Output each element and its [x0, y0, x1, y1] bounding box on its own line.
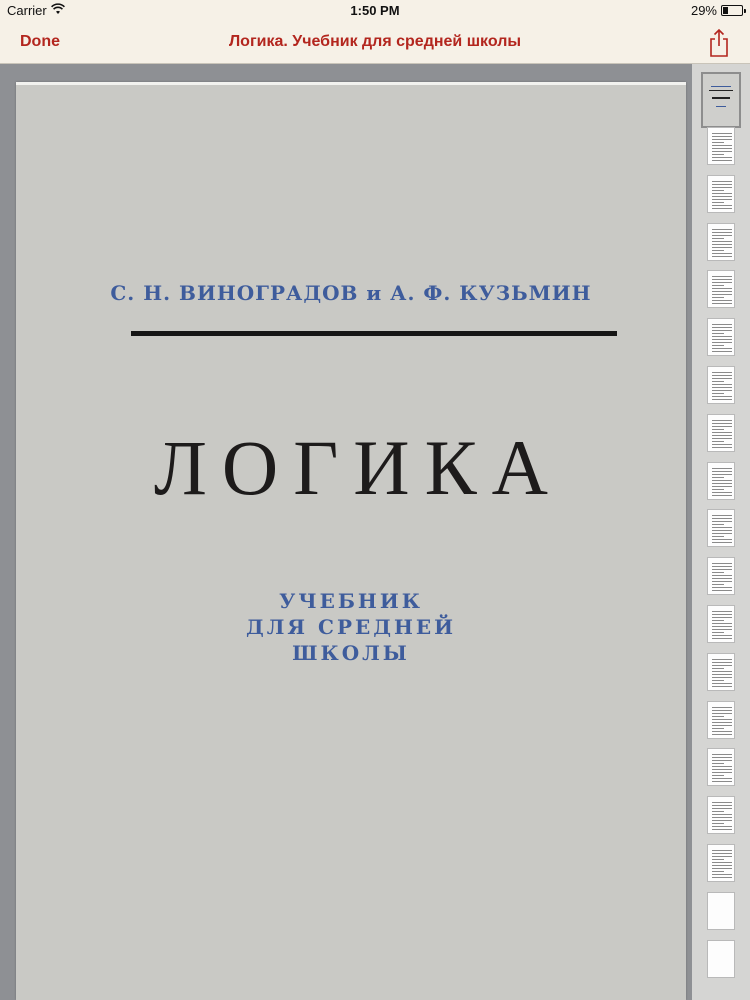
page-title: ЛОГИКА — [153, 424, 563, 511]
battery-percent: 29% — [690, 3, 717, 18]
page-thumbnail[interactable] — [707, 318, 735, 357]
page-thumbnail[interactable] — [707, 844, 735, 882]
page-thumbnail[interactable] — [701, 72, 741, 128]
page-thumbnail[interactable] — [707, 939, 735, 978]
page-divider — [131, 331, 617, 336]
page-thumbnail[interactable] — [707, 605, 735, 643]
page-thumbnail[interactable] — [707, 557, 735, 596]
page-thumbnail[interactable] — [707, 700, 735, 739]
page-thumbnail[interactable] — [707, 652, 735, 691]
page-thumbnail[interactable] — [707, 222, 735, 261]
page-thumbnail[interactable] — [707, 174, 735, 213]
page-thumbnail[interactable] — [707, 366, 735, 404]
share-icon[interactable] — [706, 28, 732, 58]
document-title: Логика. Учебник для средней школы — [228, 33, 522, 50]
page-thumbnail[interactable] — [707, 461, 735, 500]
page-subtitle: УЧЕБНИК ДЛЯ СРЕДНЕЙ ШКОЛЫ — [16, 588, 686, 666]
document-page: С. Н. ВИНОГРАДОВ и А. Ф. КУЗЬМИН ЛОГИКА … — [16, 82, 686, 1000]
document-viewport[interactable]: С. Н. ВИНОГРАДОВ и А. Ф. КУЗЬМИН ЛОГИКА … — [0, 64, 692, 1000]
nav-bar: Done Логика. Учебник для средней школы — [0, 22, 750, 64]
subtitle-line: УЧЕБНИК — [279, 589, 423, 613]
page-thumbnail[interactable] — [707, 891, 735, 930]
subtitle-line: ШКОЛЫ — [292, 641, 410, 665]
clock: 1:50 PM — [350, 3, 400, 18]
page-thumbnail[interactable] — [707, 748, 735, 787]
page-thumbnail[interactable] — [707, 270, 735, 309]
page-thumbnail[interactable] — [707, 796, 735, 835]
done-button[interactable]: Done — [20, 33, 60, 51]
page-thumbnail-strip — [692, 64, 750, 1000]
page-thumbnail[interactable] — [707, 509, 735, 548]
subtitle-line: ДЛЯ СРЕДНЕЙ — [245, 615, 457, 639]
status-bar: Carrier 1:50 PM 29% — [0, 0, 750, 22]
page-thumbnail[interactable] — [707, 127, 735, 165]
page-thumbnail[interactable] — [707, 413, 735, 452]
page-authors: С. Н. ВИНОГРАДОВ и А. Ф. КУЗЬМИН — [110, 281, 592, 305]
battery-icon — [721, 5, 746, 16]
